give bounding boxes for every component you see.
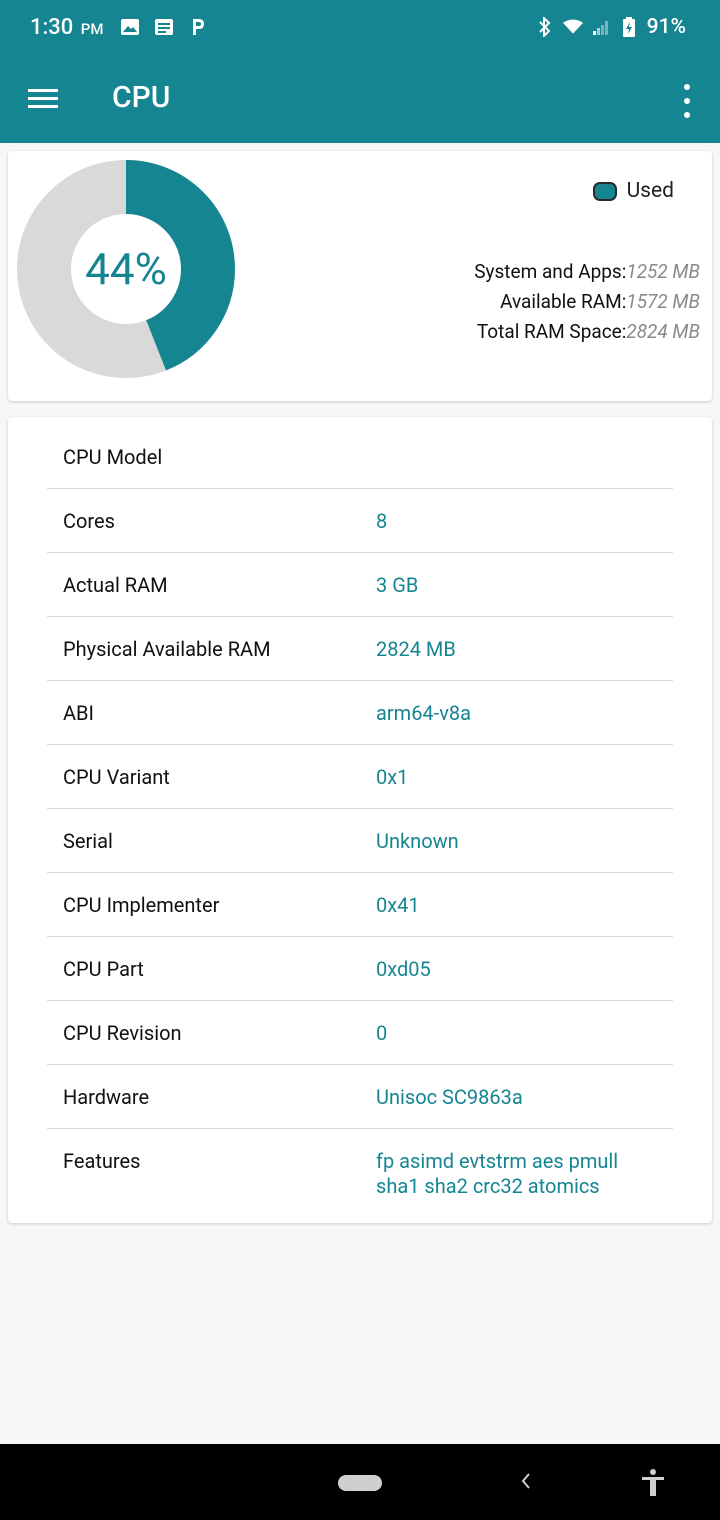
ram-stat-row: Available RAM:1572 MB [474, 287, 700, 317]
info-value: Unisoc SC9863a [376, 1085, 523, 1109]
info-key: CPU Model [63, 445, 163, 469]
status-notification-icons [120, 17, 208, 37]
info-row: CPU Model [47, 425, 673, 489]
info-key: CPU Revision [63, 1021, 182, 1045]
info-key: CPU Variant [63, 765, 170, 789]
info-row: CPU Part 0xd05 [47, 937, 673, 1001]
info-row: Serial Unknown [47, 809, 673, 873]
cpu-info-list: CPU Model Cores 8 Actual RAM 3 GB Physical… [47, 425, 673, 1209]
ram-stat-row: System and Apps:1252 MB [474, 257, 700, 287]
info-row: ABI arm64-v8a [47, 681, 673, 745]
info-value: 3 GB [376, 573, 419, 597]
status-time-value: 1:30 [30, 15, 74, 40]
info-value: 0 [376, 1021, 388, 1045]
info-value: 2824 MB [376, 637, 456, 661]
info-row: CPU Implementer 0x41 [47, 873, 673, 937]
info-row: Cores 8 [47, 489, 673, 553]
ram-stat-row: Total RAM Space:2824 MB [474, 317, 700, 347]
battery-icon [619, 17, 639, 37]
info-key: Physical Available RAM [63, 637, 271, 661]
info-value: arm64-v8a [376, 701, 472, 725]
info-key: Cores [63, 509, 115, 533]
info-row: Hardware Unisoc SC9863a [47, 1065, 673, 1129]
ram-stat-value: 1572 MB [626, 290, 700, 313]
info-row: Features fp asimd evtstrm aes pmull sha1 … [47, 1129, 673, 1209]
info-value: 0x41 [376, 893, 420, 917]
ram-stat-value: 2824 MB [626, 320, 700, 343]
more-vertical-icon[interactable] [682, 84, 692, 118]
ram-stat-label: System and Apps: [474, 260, 627, 283]
status-time: 1:30 PM [30, 15, 103, 40]
info-key: CPU Implementer [63, 893, 220, 917]
info-row: CPU Variant 0x1 [47, 745, 673, 809]
info-key: CPU Part [63, 957, 144, 981]
info-value: Unknown [376, 829, 459, 853]
legend-label: Used [626, 179, 674, 203]
parking-p-icon [188, 17, 208, 37]
info-value: 0xd05 [376, 957, 431, 981]
info-row: CPU Revision 0 [47, 1001, 673, 1065]
status-time-ampm: PM [80, 20, 104, 38]
hamburger-menu-icon[interactable] [28, 84, 60, 116]
cpu-info-card: CPU Model Cores 8 Actual RAM 3 GB Physical… [8, 417, 712, 1223]
back-icon[interactable] [519, 1468, 533, 1498]
chart-legend: Used [592, 179, 674, 203]
signal-icon [591, 17, 611, 37]
info-key: Actual RAM [63, 573, 168, 597]
ram-stats: System and Apps:1252 MB Available RAM:15… [474, 257, 700, 347]
legend-swatch [592, 181, 617, 201]
info-row: Actual RAM 3 GB [47, 553, 673, 617]
ram-stat-label: Total RAM Space: [476, 320, 627, 343]
info-row: Physical Available RAM 2824 MB [47, 617, 673, 681]
home-pill-icon[interactable] [338, 1475, 382, 1491]
status-system-icons: 91% [535, 15, 686, 39]
image-icon [120, 17, 140, 37]
info-key: ABI [63, 701, 94, 725]
battery-percent: 91% [646, 15, 686, 39]
ram-usage-card: 44% Used System and Apps:1252 MB Availab… [8, 151, 712, 401]
info-value: 8 [376, 509, 388, 533]
info-key: Hardware [63, 1085, 150, 1109]
news-icon [154, 17, 174, 37]
ram-stat-value: 1252 MB [626, 260, 700, 283]
wifi-icon [562, 17, 583, 37]
bluetooth-icon [535, 17, 555, 37]
info-key: Features [63, 1149, 141, 1173]
accessibility-icon[interactable] [640, 1468, 666, 1498]
info-value: 0x1 [376, 765, 409, 789]
status-bar: 1:30 PM 91% [0, 0, 720, 56]
app-bar: CPU [0, 56, 720, 143]
info-value: fp asimd evtstrm aes pmull sha1 sha2 crc… [376, 1149, 619, 1198]
used-percent-label: 44% [85, 243, 167, 295]
page-title: CPU [112, 80, 171, 115]
info-key: Serial [63, 829, 113, 853]
system-nav-bar [0, 1444, 720, 1520]
ram-stat-label: Available RAM: [500, 290, 627, 313]
